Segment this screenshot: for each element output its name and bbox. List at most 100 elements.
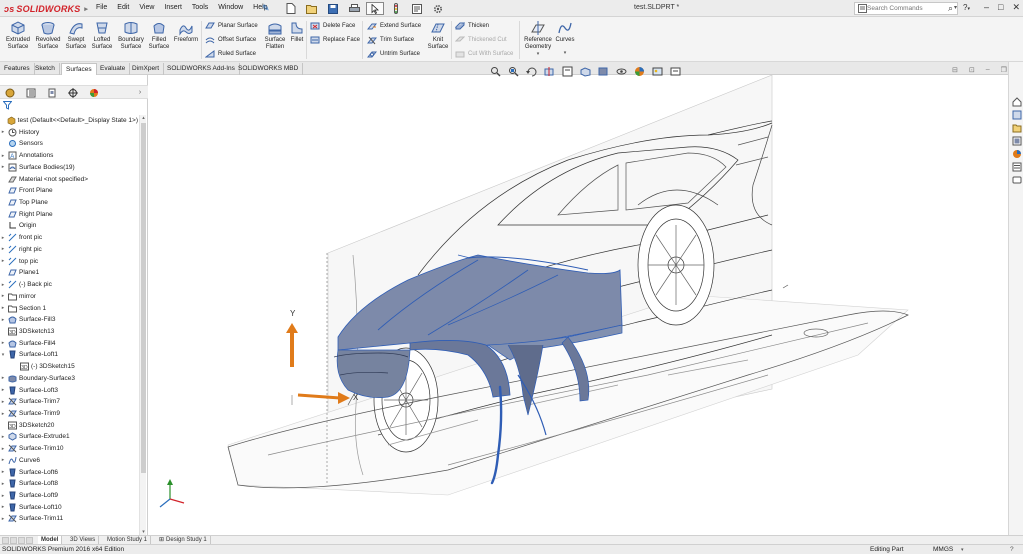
tree-item[interactable]: ▸ Surface-Trim10 [0, 443, 138, 454]
tree-expander-icon[interactable]: ▸ [0, 340, 6, 346]
tree-expander-icon[interactable]: ▸ [0, 164, 6, 170]
appearances-scenes-icon[interactable] [1011, 148, 1022, 159]
search-dropdown-icon[interactable]: ▾ [954, 4, 957, 11]
view-palette-icon[interactable] [1011, 135, 1022, 146]
dynamic-annotation-icon[interactable] [560, 65, 574, 77]
cut-with-surface-button[interactable]: Cut With Surface [455, 49, 513, 59]
minimize-icon[interactable]: – [984, 2, 989, 13]
tree-item[interactable]: ▸ Surface-Loft3 [0, 385, 138, 396]
print-icon[interactable] [345, 2, 363, 15]
tab-sketch[interactable]: Sketch [31, 63, 60, 75]
hide-show-items-icon[interactable] [614, 65, 628, 77]
tree-expander-icon[interactable]: ▸ [0, 153, 6, 159]
file-properties-icon[interactable] [408, 2, 426, 15]
tree-item[interactable]: ▸ mirror [0, 291, 138, 302]
tree-item[interactable]: Right Plane [0, 209, 138, 220]
extruded-surface-button[interactable]: Extruded Surface [4, 20, 32, 51]
tree-item[interactable]: ▸ Surface-Loft8 [0, 478, 138, 489]
tree-expander-icon[interactable]: ▸ [0, 469, 6, 475]
tree-item[interactable]: ▾ Surface-Loft1 [0, 349, 138, 360]
offset-surface-button[interactable]: Offset Surface [205, 35, 256, 45]
ruled-surface-button[interactable]: Ruled Surface [205, 49, 256, 59]
search-input[interactable] [867, 5, 947, 12]
tree-expander-icon[interactable]: ▸ [0, 493, 6, 499]
tree-item[interactable]: Sensors [0, 138, 138, 149]
scrollbar-thumb[interactable] [141, 123, 146, 473]
new-document-icon[interactable] [282, 2, 300, 15]
tree-expander-icon[interactable]: ▸ [0, 375, 6, 381]
logo-menu-arrow-icon[interactable]: ▸ [84, 5, 88, 13]
tree-expander-icon[interactable]: ▸ [0, 317, 6, 323]
edit-appearance-icon[interactable] [632, 65, 646, 77]
configuration-manager-tab-icon[interactable] [45, 87, 59, 98]
zoom-to-fit-icon[interactable] [488, 65, 502, 77]
tree-item[interactable]: ▸ A Annotations [0, 150, 138, 161]
tree-expander-icon[interactable]: ▸ [0, 282, 6, 288]
tree-item[interactable]: ▸ Surface-Trim11 [0, 513, 138, 524]
viewport-split-icon[interactable]: ⊟ [952, 66, 958, 74]
menu-tools[interactable]: Tools [192, 4, 208, 11]
fillet-button[interactable]: Fillet [288, 20, 306, 44]
knit-surface-button[interactable]: Knit Surface [426, 20, 450, 51]
tree-item[interactable]: ▸ Surface-Trim7 [0, 396, 138, 407]
tree-item[interactable]: Material <not specified> [0, 174, 138, 185]
tree-expander-icon[interactable]: ▸ [0, 129, 6, 135]
tree-item[interactable]: ▸ Surface-Fill4 [0, 338, 138, 349]
tree-expander-icon[interactable]: ▸ [0, 293, 6, 299]
reference-geometry-button[interactable]: Reference Geometry ▾ [522, 20, 554, 58]
tree-item[interactable]: ▸ top pic [0, 256, 138, 267]
close-icon[interactable]: ✕ [1012, 2, 1020, 13]
replace-face-button[interactable]: Replace Face [310, 35, 360, 45]
model-graphics[interactable] [148, 75, 1008, 535]
display-style-icon[interactable] [596, 65, 610, 77]
tree-item[interactable]: ▸ (-) Back pic [0, 279, 138, 290]
design-library-icon[interactable] [1011, 109, 1022, 120]
lofted-surface-button[interactable]: Lofted Surface [89, 20, 115, 51]
reference-geometry-dropdown-icon[interactable]: ▾ [522, 51, 554, 58]
search-commands-box[interactable]: ⌕ [854, 2, 958, 15]
tree-expander-icon[interactable]: ▸ [0, 235, 6, 241]
tree-item[interactable]: ▸ Surface-Loft6 [0, 467, 138, 478]
thicken-button[interactable]: Thicken [455, 21, 489, 31]
tree-item[interactable]: 3D 3DSketch20 [0, 420, 138, 431]
tree-item[interactable]: ▸ Curve6 [0, 455, 138, 466]
menu-file[interactable]: File [96, 4, 107, 11]
revolved-surface-button[interactable]: Revolved Surface [34, 20, 62, 51]
file-explorer-icon[interactable] [1011, 122, 1022, 133]
menu-view[interactable]: View [139, 4, 154, 11]
maximize-icon[interactable]: □ [998, 2, 1003, 13]
property-manager-tab-icon[interactable] [24, 87, 38, 98]
filter-icon[interactable] [2, 101, 13, 112]
tree-item[interactable]: ▸ Surface-Loft10 [0, 502, 138, 513]
tree-item[interactable]: ▸ Surface-Extrude1 [0, 431, 138, 442]
swept-surface-button[interactable]: Swept Surface [63, 20, 89, 51]
tab-solidworks-mbd[interactable]: SOLIDWORKS MBD [234, 63, 304, 75]
tree-expander-icon[interactable]: ▸ [0, 504, 6, 510]
feature-manager-tab-icon[interactable] [3, 87, 17, 98]
tab-surfaces[interactable]: Surfaces [61, 63, 97, 75]
solidworks-logo[interactable]: ↄs SOLIDWORKS ▸ [4, 2, 88, 15]
tree-item[interactable]: 3D (-) 3DSketch15 [0, 361, 138, 372]
tab-features[interactable]: Features [0, 63, 35, 75]
surface-flatten-button[interactable]: Surface Flatten [262, 20, 288, 51]
tab-solidworks-addins[interactable]: SOLIDWORKS Add-Ins [163, 63, 240, 75]
viewport-restore-icon[interactable]: ❐ [1001, 66, 1007, 74]
dimxpert-manager-tab-icon[interactable] [66, 87, 80, 98]
untrim-surface-button[interactable]: Untrim Surface [367, 49, 420, 59]
reference-triad[interactable] [159, 479, 185, 508]
tree-expander-icon[interactable]: ▾ [0, 352, 6, 358]
tree-expander-icon[interactable]: ▸ [0, 481, 6, 487]
units-caret-icon[interactable]: ▾ [961, 545, 964, 554]
freeform-button[interactable]: Freeform [172, 20, 200, 44]
filled-surface-button[interactable]: Filled Surface [146, 20, 172, 51]
view-orientation-icon[interactable] [578, 65, 592, 77]
options-gear-icon[interactable] [429, 2, 447, 15]
open-document-icon[interactable] [303, 2, 321, 15]
select-pointer-icon[interactable] [366, 2, 384, 15]
tree-expander-icon[interactable]: ▸ [0, 246, 6, 252]
tree-item[interactable]: ▸ History [0, 127, 138, 138]
save-icon[interactable] [324, 2, 342, 15]
scroll-up-icon[interactable]: ▴ [140, 115, 147, 121]
panel-expand-arrow-icon[interactable]: › [133, 87, 147, 98]
tree-expander-icon[interactable]: ▸ [0, 457, 6, 463]
